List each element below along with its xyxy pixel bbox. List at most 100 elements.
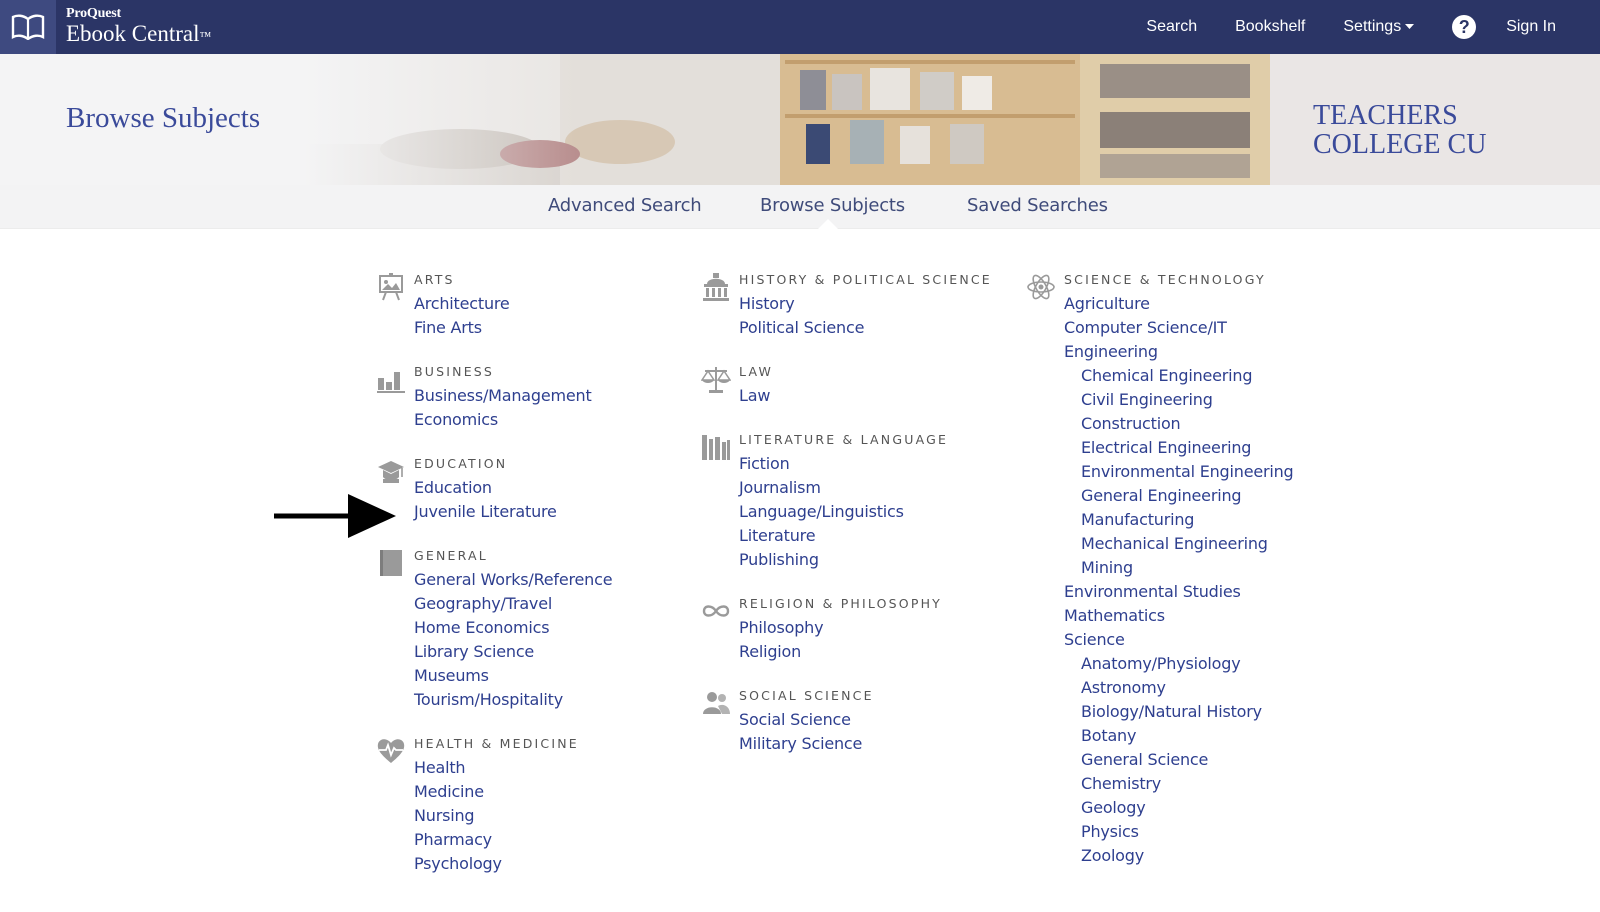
nav-bookshelf[interactable]: Bookshelf bbox=[1235, 18, 1305, 36]
subject-link[interactable]: Education bbox=[414, 476, 696, 500]
subject-link[interactable]: Mining bbox=[1064, 556, 1346, 580]
tab-advanced-search[interactable]: Advanced Search bbox=[548, 195, 702, 216]
subject-link[interactable]: Language/Linguistics bbox=[739, 500, 1021, 524]
subject-category: BUSINESS Business/Management Economics bbox=[376, 364, 696, 432]
book-icon bbox=[380, 550, 402, 576]
subject-link[interactable]: Fiction bbox=[739, 452, 1021, 476]
subject-link[interactable]: Health bbox=[414, 756, 696, 780]
subject-link[interactable]: Environmental Studies bbox=[1064, 580, 1346, 604]
brand-company: ProQuest bbox=[66, 6, 121, 21]
subject-link[interactable]: Law bbox=[739, 384, 1021, 408]
subject-link[interactable]: Environmental Engineering bbox=[1064, 460, 1346, 484]
subject-link[interactable]: Computer Science/IT bbox=[1064, 316, 1346, 340]
heart-pulse-icon bbox=[377, 739, 405, 763]
subject-link[interactable]: Chemistry bbox=[1064, 772, 1346, 796]
nav-search[interactable]: Search bbox=[1146, 18, 1197, 36]
subject-link[interactable]: Physics bbox=[1064, 820, 1346, 844]
subject-link[interactable]: Pharmacy bbox=[414, 828, 696, 852]
subject-link[interactable]: Social Science bbox=[739, 708, 1021, 732]
subject-link[interactable]: Science bbox=[1064, 628, 1346, 652]
subject-link[interactable]: Manufacturing bbox=[1064, 508, 1346, 532]
subject-link[interactable]: Botany bbox=[1064, 724, 1346, 748]
arrow-annotation-icon bbox=[274, 494, 396, 538]
subject-link[interactable]: Mechanical Engineering bbox=[1064, 532, 1346, 556]
caret-down-icon bbox=[1405, 24, 1415, 29]
people-icon bbox=[703, 692, 730, 714]
subject-link[interactable]: Biology/Natural History bbox=[1064, 700, 1346, 724]
subject-link[interactable]: Agriculture bbox=[1064, 292, 1346, 316]
subject-link[interactable]: Religion bbox=[739, 640, 1021, 664]
sign-in-link[interactable]: Sign In bbox=[1506, 18, 1556, 36]
nav-settings[interactable]: Settings bbox=[1343, 18, 1415, 36]
subject-category: EDUCATION Education Juvenile Literature bbox=[376, 456, 696, 524]
brand-product: Ebook Central™ bbox=[66, 21, 212, 46]
secondary-navigation: Advanced Search Browse Subjects Saved Se… bbox=[0, 185, 1600, 229]
subject-category: LITERATURE & LANGUAGE Fiction Journalism La… bbox=[701, 432, 1021, 572]
subject-link[interactable]: Juvenile Literature bbox=[414, 500, 696, 524]
help-icon[interactable]: ? bbox=[1452, 15, 1477, 39]
subject-category: ARTS Architecture Fine Arts bbox=[376, 272, 696, 340]
top-navigation-bar: ProQuest Ebook Central™ Search Bookshelf… bbox=[0, 0, 1600, 54]
hero-banner: Browse Subjects TEACHERS COLLEGE CU bbox=[0, 54, 1600, 185]
brand-logo[interactable]: ProQuest Ebook Central™ bbox=[66, 6, 211, 46]
subject-link[interactable]: General Science bbox=[1064, 748, 1346, 772]
category-heading: HISTORY & POLITICAL SCIENCE bbox=[739, 272, 992, 287]
subject-column-3: SCIENCE & TECHNOLOGY Agriculture Computer … bbox=[1026, 270, 1346, 892]
subject-link[interactable]: History bbox=[739, 292, 1021, 316]
tab-browse-subjects[interactable]: Browse Subjects bbox=[760, 195, 905, 216]
subject-link[interactable]: Business/Management bbox=[414, 384, 696, 408]
subject-link[interactable]: Geology bbox=[1064, 796, 1346, 820]
subject-column-2: HISTORY & POLITICAL SCIENCE History Politi… bbox=[701, 270, 1021, 780]
subject-link[interactable]: Publishing bbox=[739, 548, 1021, 572]
subject-link[interactable]: Nursing bbox=[414, 804, 696, 828]
subject-link[interactable]: Literature bbox=[739, 524, 1021, 548]
subject-link[interactable]: Home Economics bbox=[414, 616, 696, 640]
category-heading: GENERAL bbox=[414, 548, 488, 563]
subject-link[interactable]: Construction bbox=[1064, 412, 1346, 436]
subject-category: GENERAL General Works/Reference Geography/… bbox=[376, 548, 696, 712]
institution-name: TEACHERS COLLEGE CU bbox=[1313, 100, 1487, 160]
atom-icon bbox=[1027, 274, 1055, 300]
category-heading: ARTS bbox=[414, 272, 455, 287]
subject-link[interactable]: Library Science bbox=[414, 640, 696, 664]
subject-link[interactable]: Tourism/Hospitality bbox=[414, 688, 696, 712]
subject-link[interactable]: Psychology bbox=[414, 852, 696, 876]
subject-link[interactable]: Mathematics bbox=[1064, 604, 1346, 628]
subject-link[interactable]: Anatomy/Physiology bbox=[1064, 652, 1346, 676]
capitol-building-icon bbox=[703, 273, 729, 301]
subject-category: SCIENCE & TECHNOLOGY Agriculture Computer … bbox=[1026, 272, 1346, 868]
nav-settings-label: Settings bbox=[1343, 18, 1402, 35]
subject-link[interactable]: Political Science bbox=[739, 316, 1021, 340]
open-book-logo-icon[interactable] bbox=[0, 0, 56, 54]
category-heading: BUSINESS bbox=[414, 364, 495, 379]
subject-link[interactable]: Philosophy bbox=[739, 616, 1021, 640]
bar-chart-icon bbox=[377, 372, 405, 393]
subject-link[interactable]: General Works/Reference bbox=[414, 568, 696, 592]
subject-link[interactable]: Medicine bbox=[414, 780, 696, 804]
subject-link[interactable]: Geography/Travel bbox=[414, 592, 696, 616]
subject-link[interactable]: Zoology bbox=[1064, 844, 1346, 868]
tab-saved-searches[interactable]: Saved Searches bbox=[967, 195, 1108, 216]
easel-icon bbox=[379, 273, 403, 301]
subject-link[interactable]: Museums bbox=[414, 664, 696, 688]
subject-link[interactable]: Military Science bbox=[739, 732, 1021, 756]
subject-link[interactable]: Journalism bbox=[739, 476, 1021, 500]
subject-link[interactable]: Architecture bbox=[414, 292, 696, 316]
subject-link[interactable]: Chemical Engineering bbox=[1064, 364, 1346, 388]
subject-category: HEALTH & MEDICINE Health Medicine Nursing Ph… bbox=[376, 736, 696, 876]
subject-link[interactable]: Civil Engineering bbox=[1064, 388, 1346, 412]
subject-category: LAW Law bbox=[701, 364, 1021, 408]
institution-panel: TEACHERS COLLEGE CU bbox=[1270, 54, 1600, 185]
subject-link[interactable]: General Engineering bbox=[1064, 484, 1346, 508]
subject-category: RELIGION & PHILOSOPHY Philosophy Religion bbox=[701, 596, 1021, 664]
subject-category: SOCIAL SCIENCE Social Science Military Sci… bbox=[701, 688, 1021, 756]
subject-link[interactable]: Economics bbox=[414, 408, 696, 432]
subject-link[interactable]: Fine Arts bbox=[414, 316, 696, 340]
active-tab-indicator bbox=[818, 219, 838, 229]
subject-link[interactable]: Electrical Engineering bbox=[1064, 436, 1346, 460]
subject-link[interactable]: Engineering bbox=[1064, 340, 1346, 364]
subject-column-1: ARTS Architecture Fine Arts BUSINESS Busines… bbox=[376, 270, 696, 900]
subject-link[interactable]: Astronomy bbox=[1064, 676, 1346, 700]
category-heading: EDUCATION bbox=[414, 456, 508, 471]
subject-category: HISTORY & POLITICAL SCIENCE History Politi… bbox=[701, 272, 1021, 340]
